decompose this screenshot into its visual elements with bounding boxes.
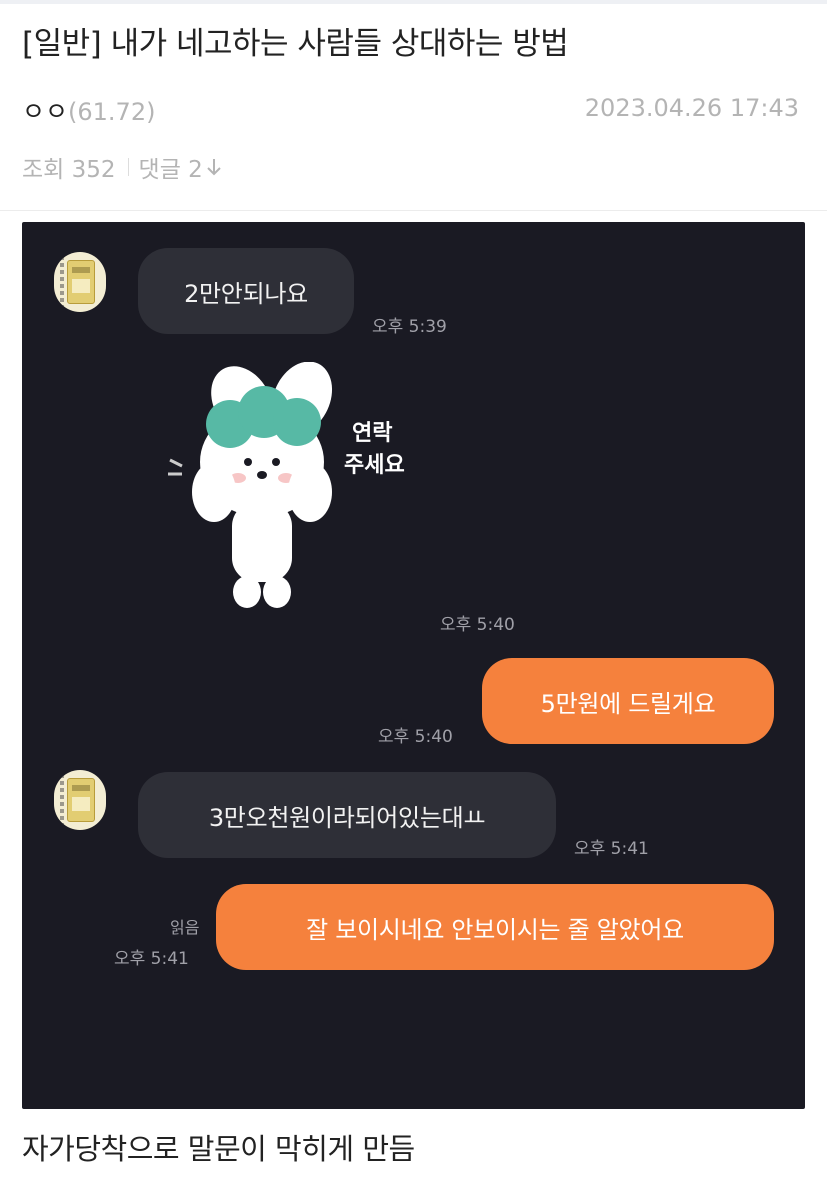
- top-strip: [0, 0, 827, 4]
- sticker-text-1: 연락: [352, 421, 392, 446]
- comment-count: 댓글 2: [138, 157, 203, 183]
- message-bubble-incoming: 2만안되나요: [138, 248, 354, 334]
- author-ip: (61.72): [68, 98, 156, 126]
- post-title: [일반] 내가 네고하는 사람들 상대하는 방법: [22, 26, 569, 62]
- message-time: 오후 5:41: [574, 839, 649, 859]
- sender-avatar[interactable]: [54, 252, 106, 312]
- message-bubble-outgoing: 5만원에 드릴게요: [482, 658, 774, 744]
- view-count: 조회 352: [22, 157, 116, 183]
- stat-divider: [127, 158, 129, 176]
- post-date: 2023.04.26 17:43: [584, 94, 799, 122]
- post-header: [일반] 내가 네고하는 사람들 상대하는 방법 ㅇㅇ(61.72) 2023.…: [22, 22, 799, 183]
- message-bubble-incoming: 3만오천원이라되어있는대ㅛ: [138, 772, 556, 858]
- sticker-text-2: 주세요: [344, 453, 405, 478]
- message-bubble-outgoing: 잘 보이시네요 안보이시는 줄 알았어요: [216, 884, 774, 970]
- message-time: 오후 5:40: [378, 727, 453, 747]
- comment-count-link[interactable]: 댓글 2: [139, 150, 222, 184]
- header-divider: [0, 210, 827, 211]
- message-time: 오후 5:40: [440, 615, 515, 635]
- chat-screenshot: 2만안되나요 오후 5:39 연락 주세요 오후 5:40 오후 5:40 5만…: [22, 222, 805, 1109]
- message-text: 2만안되나요: [184, 279, 308, 308]
- message-time: 오후 5:39: [372, 317, 447, 337]
- post-caption: 자가당착으로 말문이 막히게 만듬: [22, 1132, 415, 1166]
- sender-avatar[interactable]: [54, 770, 106, 830]
- arrow-down-icon: [207, 159, 221, 176]
- message-time: 오후 5:41: [114, 949, 189, 969]
- read-receipt: 읽음: [170, 918, 200, 937]
- message-text: 잘 보이시네요 안보이시는 줄 알았어요: [306, 915, 684, 944]
- message-text: 5만원에 드릴게요: [540, 689, 716, 718]
- post-stats: 조회 352 댓글 2: [22, 150, 222, 184]
- author-name: ㅇㅇ: [22, 97, 69, 126]
- message-text: 3만오천원이라되어있는대ㅛ: [208, 803, 486, 832]
- sticker-bunny-image: 연락 주세요: [168, 362, 405, 608]
- post-meta: ㅇㅇ(61.72) 2023.04.26 17:43: [22, 92, 799, 128]
- author[interactable]: ㅇㅇ(61.72): [22, 92, 155, 128]
